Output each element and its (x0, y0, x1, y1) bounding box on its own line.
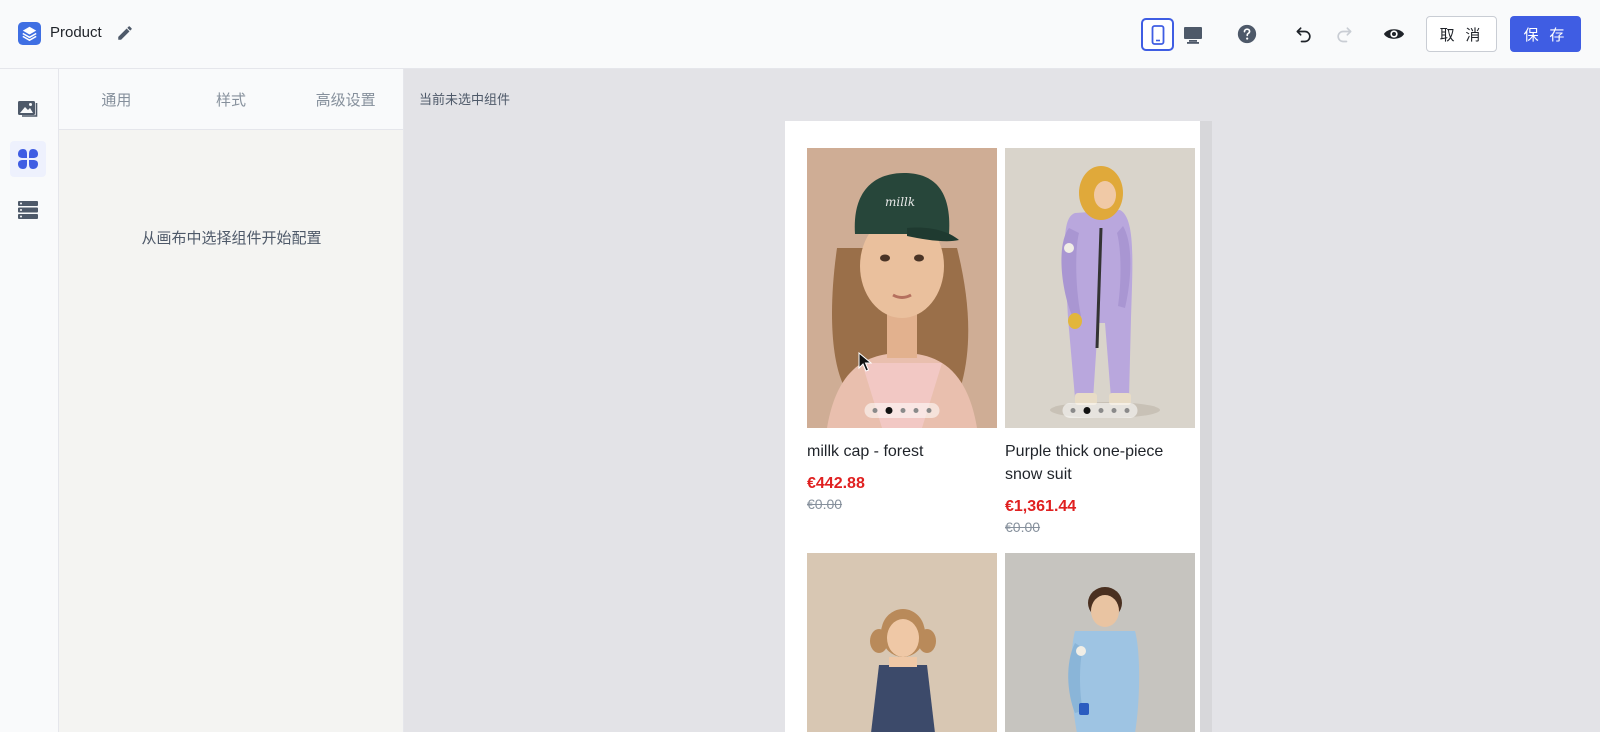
carousel-dot[interactable] (900, 408, 906, 413)
tab-general[interactable]: 通用 (59, 69, 174, 129)
carousel-dot[interactable] (1098, 408, 1104, 413)
page-name: Product (50, 24, 102, 41)
cancel-button[interactable]: 取 消 (1426, 16, 1497, 52)
tab-advanced[interactable]: 高级设置 (288, 69, 403, 129)
components-icon (18, 149, 38, 169)
product-price: €442.88 (807, 475, 865, 492)
product-image[interactable] (1005, 148, 1195, 428)
undo-icon[interactable] (1294, 24, 1314, 44)
mouse-cursor-icon (858, 352, 872, 372)
carousel-dot[interactable] (926, 408, 932, 413)
carousel-dot[interactable] (1111, 408, 1117, 413)
carousel-dot[interactable] (913, 408, 919, 413)
eye-icon[interactable] (1383, 24, 1405, 44)
product-title[interactable]: Purple thick one-piece snow suit (1005, 440, 1195, 486)
redo-icon[interactable] (1334, 24, 1354, 44)
image-carousel-dots[interactable] (1062, 403, 1138, 418)
product-image[interactable] (1005, 553, 1195, 732)
product-image[interactable] (807, 553, 997, 732)
carousel-dot-active[interactable] (885, 407, 893, 414)
preview-scrollbar[interactable] (1200, 121, 1212, 401)
sections-icon (18, 201, 38, 219)
save-button[interactable]: 保 存 (1510, 16, 1581, 52)
left-icon-rail (0, 69, 59, 732)
carousel-dot[interactable] (1070, 408, 1076, 413)
desktop-device-icon (1183, 26, 1202, 44)
product-image[interactable]: millk (807, 148, 997, 428)
product-card[interactable]: Purple thick one-piece snow suit €1,361.… (1005, 148, 1195, 535)
product-title[interactable]: millk cap - forest (807, 440, 997, 463)
mobile-device-icon (1151, 24, 1164, 45)
product-card[interactable] (1005, 553, 1195, 732)
product-original-price: €0.00 (807, 496, 843, 512)
rail-item-images[interactable] (10, 90, 46, 126)
product-price: €1,361.44 (1005, 498, 1077, 515)
desktop-view-button[interactable] (1176, 18, 1209, 51)
editor-canvas: 当前未选中组件 millk millk cap - forest €442.88… (404, 69, 1600, 732)
top-bar: Product 取 消 保 存 (0, 0, 1600, 69)
image-carousel-dots[interactable] (864, 403, 940, 418)
settings-tabs: 通用 样式 高级设置 (59, 69, 403, 130)
carousel-dot[interactable] (1124, 408, 1130, 413)
mobile-preview-frame[interactable]: millk millk cap - forest €442.88 €0.00 P… (785, 121, 1212, 732)
settings-panel: 通用 样式 高级设置 从画布中选择组件开始配置 (59, 69, 404, 732)
empty-selection-hint: 从画布中选择组件开始配置 (141, 229, 322, 247)
product-grid: millk millk cap - forest €442.88 €0.00 P… (807, 148, 1195, 732)
carousel-dot[interactable] (872, 408, 878, 413)
product-card[interactable] (807, 553, 997, 732)
rail-item-components[interactable] (10, 141, 46, 177)
layers-icon (18, 22, 41, 45)
images-icon (18, 101, 38, 117)
tab-style[interactable]: 样式 (174, 69, 289, 129)
rail-item-sections[interactable] (10, 192, 46, 228)
product-original-price: €0.00 (1005, 519, 1041, 535)
carousel-dot-active[interactable] (1083, 407, 1091, 414)
help-circle-icon[interactable] (1237, 24, 1257, 44)
mobile-view-button[interactable] (1141, 18, 1174, 51)
selection-status: 当前未选中组件 (419, 93, 511, 108)
svg-text:millk: millk (885, 195, 915, 209)
product-card[interactable]: millk millk cap - forest €442.88 €0.00 (807, 148, 997, 535)
pencil-icon[interactable] (116, 24, 134, 42)
